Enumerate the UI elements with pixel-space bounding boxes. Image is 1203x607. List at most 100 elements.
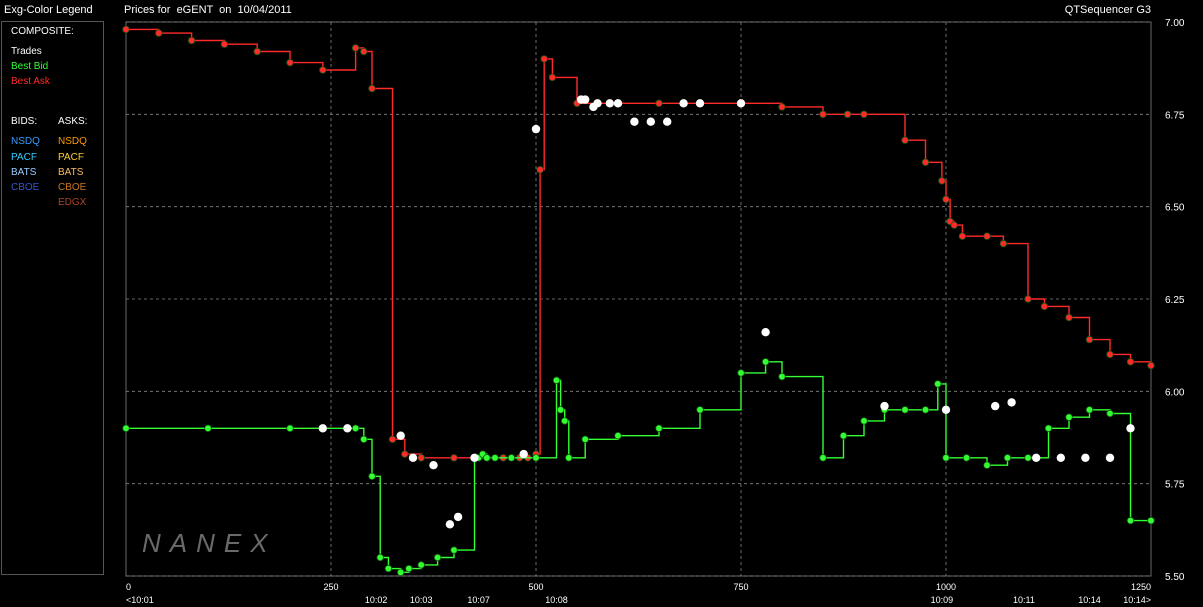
x-tick-label: 1000 xyxy=(936,582,956,592)
best-ask-point xyxy=(450,454,458,462)
best-ask-point xyxy=(388,435,397,443)
best-bid-point xyxy=(761,358,770,366)
best-bid-point xyxy=(368,472,376,480)
best-ask-point xyxy=(1147,361,1155,370)
trades-point xyxy=(1056,453,1066,462)
best-bid-point xyxy=(860,417,868,425)
trades-point xyxy=(1105,453,1115,462)
best-bid-point xyxy=(1126,516,1135,525)
time-label: 10:02 xyxy=(365,595,388,605)
best-ask-point xyxy=(401,450,409,458)
trades-point xyxy=(880,401,889,411)
grid xyxy=(126,21,1151,577)
x-tick-label: 750 xyxy=(733,582,748,592)
best-bid-point xyxy=(552,376,561,384)
y-tick-label: 6.50 xyxy=(1165,203,1185,214)
time-label: 10:08 xyxy=(545,595,568,605)
best-bid-point xyxy=(778,372,786,381)
best-bid-point xyxy=(934,380,942,388)
best-bid-point xyxy=(491,454,499,462)
best-bid-point xyxy=(204,424,212,432)
best-ask-point xyxy=(417,454,425,462)
best-ask-point xyxy=(540,55,548,63)
trades-point xyxy=(531,124,541,134)
best-bid-point xyxy=(1024,454,1032,462)
trades-point xyxy=(663,117,672,126)
best-ask-point xyxy=(548,73,557,82)
best-bid-point xyxy=(351,424,360,432)
best-ask-point xyxy=(1085,335,1094,344)
trades-point xyxy=(736,99,746,108)
best-ask-point xyxy=(983,232,991,240)
trades-point xyxy=(396,431,405,440)
best-bid-point xyxy=(696,406,704,414)
best-ask-point xyxy=(950,221,958,229)
trades-point xyxy=(453,512,463,522)
best-bid-point xyxy=(565,454,573,462)
best-bid-point xyxy=(532,454,540,462)
y-tick-label: 6.00 xyxy=(1165,387,1185,398)
best-bid-point xyxy=(983,461,991,469)
trades-point xyxy=(646,117,655,126)
best-ask-point xyxy=(655,99,663,107)
best-bid-point xyxy=(122,424,130,432)
best-bid-point xyxy=(655,424,663,432)
best-bid-point xyxy=(1065,413,1073,421)
best-ask-point xyxy=(1024,295,1032,303)
best-bid-point xyxy=(962,454,971,462)
best-bid-point xyxy=(819,454,827,462)
best-ask-point xyxy=(253,47,261,56)
best-ask-point xyxy=(1040,302,1049,311)
best-ask-point xyxy=(938,177,946,185)
trades-point xyxy=(429,461,438,470)
time-label: 10:03 xyxy=(410,595,433,605)
trades-point xyxy=(695,99,705,108)
best-bid-point xyxy=(397,568,405,576)
price-chart: NANEX 7.00 6.75 6.50 6.25 6.00 5.75 5.50 0 250 50… xyxy=(122,18,1185,605)
best-bid-point xyxy=(839,432,848,440)
y-tick-label: 6.75 xyxy=(1165,110,1185,121)
y-tick-label: 5.50 xyxy=(1165,572,1185,583)
best-bid-point xyxy=(433,553,442,562)
series-layer xyxy=(122,25,1155,576)
time-label: 10:14> xyxy=(1123,595,1151,605)
trades-point xyxy=(519,449,528,459)
best-bid-point xyxy=(376,553,384,562)
trades-point xyxy=(470,453,479,462)
y-tick-label: 5.75 xyxy=(1165,480,1185,491)
best-bid-point xyxy=(450,546,458,554)
best-bid-point xyxy=(507,454,516,462)
best-bid-point xyxy=(1106,409,1114,418)
trades-point xyxy=(445,520,455,529)
trades-point xyxy=(1081,453,1090,462)
trades-point xyxy=(605,99,614,108)
nanex-watermark: NANEX xyxy=(142,528,277,558)
trades-point xyxy=(1126,424,1135,433)
best-ask-point xyxy=(286,58,294,67)
best-ask-point xyxy=(122,25,130,34)
best-bid-point xyxy=(417,561,425,569)
trades-point xyxy=(593,99,602,108)
best-ask-point xyxy=(942,195,950,203)
best-bid-point xyxy=(384,564,393,573)
best-ask-point xyxy=(368,84,376,93)
x-tick-label: 500 xyxy=(528,582,543,592)
best-ask-point xyxy=(843,110,852,118)
best-ask-point xyxy=(901,136,909,144)
time-label: 10:07 xyxy=(467,595,490,605)
trades-point xyxy=(343,424,352,433)
x-tick-label: 0 xyxy=(126,582,131,592)
y-tick-label: 6.25 xyxy=(1165,295,1185,306)
best-ask-point xyxy=(819,110,827,118)
trades-point xyxy=(761,328,770,337)
best-bid-point xyxy=(942,454,950,462)
best-bid-point xyxy=(1003,454,1012,462)
best-ask-point xyxy=(536,165,544,174)
best-ask-point xyxy=(1065,313,1073,322)
best-ask-point xyxy=(155,29,163,37)
best-ask-point xyxy=(187,36,196,45)
best-ask-point xyxy=(999,239,1008,248)
trades-point xyxy=(991,401,1000,411)
best-ask-point xyxy=(778,103,786,111)
time-label: 10:09 xyxy=(931,595,954,605)
